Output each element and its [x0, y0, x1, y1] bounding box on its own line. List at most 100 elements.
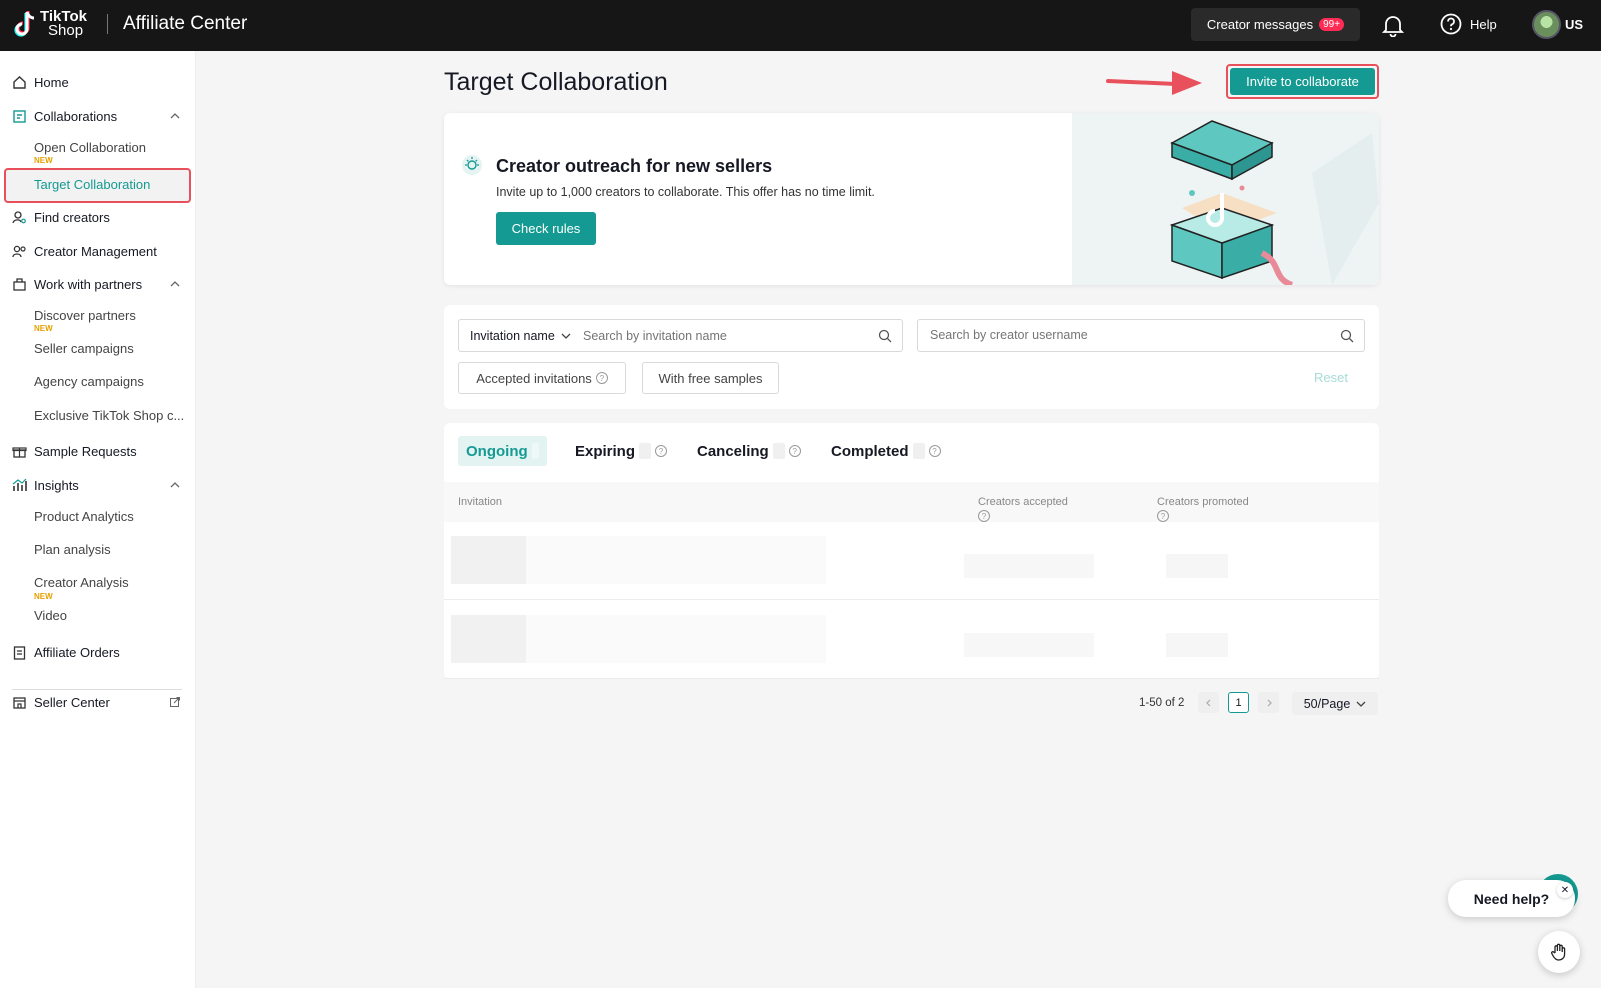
- lightbulb-icon: [462, 155, 482, 175]
- sidebar-item-label: Find creators: [34, 209, 110, 225]
- bell-icon[interactable]: [1382, 13, 1404, 37]
- chevron-up-icon: [170, 281, 180, 287]
- table-row[interactable]: [444, 522, 1379, 600]
- sidebar-item-seller-campaigns[interactable]: Seller campaigns: [34, 341, 134, 356]
- invite-to-collaborate-button[interactable]: Invite to collaborate: [1230, 68, 1375, 95]
- creator-messages-button[interactable]: Creator messages 99+: [1191, 8, 1360, 41]
- sidebar-item-affiliate-orders[interactable]: Affiliate Orders: [0, 637, 196, 667]
- sidebar-item-label: Insights: [34, 477, 79, 493]
- tab-canceling[interactable]: Canceling ?: [697, 436, 801, 466]
- annotation-arrow-icon: [1106, 71, 1202, 95]
- tab-completed[interactable]: Completed ?: [831, 436, 941, 466]
- question-icon[interactable]: ?: [978, 510, 990, 522]
- sidebar-item-label: Target Collaboration: [34, 177, 151, 192]
- row-promoted-placeholder: [1166, 633, 1228, 657]
- sidebar-item-exclusive[interactable]: Exclusive TikTok Shop c...: [34, 408, 184, 423]
- creator-search-input[interactable]: [930, 328, 1310, 342]
- row-thumbnail-placeholder: [451, 536, 526, 584]
- check-rules-button[interactable]: Check rules: [496, 212, 596, 245]
- sidebar-item-creator-management[interactable]: Creator Management: [0, 236, 196, 266]
- search-icon[interactable]: [878, 329, 892, 343]
- sidebar-item-product-analytics[interactable]: Product Analytics: [34, 509, 134, 524]
- help-hand-button[interactable]: [1538, 931, 1580, 973]
- chip-label: Accepted invitations: [476, 370, 592, 386]
- tab-count: [531, 443, 539, 459]
- per-page-value: 50/Page: [1303, 696, 1351, 711]
- sidebar-item-home[interactable]: Home: [0, 67, 196, 97]
- clipboard-icon: [13, 645, 26, 660]
- sidebar-item-agency-campaigns[interactable]: Agency campaigns: [34, 374, 144, 389]
- sidebar-item-open-collaboration[interactable]: Open Collaboration: [34, 140, 146, 155]
- creator-search-group: [917, 319, 1365, 352]
- find-user-icon: [12, 210, 26, 223]
- tab-label: Expiring: [575, 442, 636, 460]
- tiktok-shop-logo[interactable]: TikTok Shop: [12, 8, 87, 40]
- accepted-invitations-filter[interactable]: Accepted invitations ?: [458, 362, 626, 394]
- banner-title: Creator outreach for new sellers: [496, 156, 773, 176]
- sidebar-item-collaborations[interactable]: Collaborations: [0, 101, 196, 131]
- need-help-tooltip[interactable]: Need help?: [1448, 880, 1575, 917]
- help-button[interactable]: Help: [1440, 13, 1497, 35]
- column-creators-promoted: Creators promoted ?: [1157, 496, 1249, 522]
- header-divider: [107, 14, 108, 34]
- chevron-left-icon: [1205, 699, 1210, 706]
- sidebar-item-creator-analysis[interactable]: Creator Analysis: [34, 575, 129, 590]
- search-icon[interactable]: [1340, 329, 1354, 343]
- prev-page-button[interactable]: [1198, 692, 1219, 713]
- sidebar-item-sample-requests[interactable]: Sample Requests: [0, 436, 196, 466]
- question-circle-icon: [1440, 13, 1462, 35]
- store-icon: [13, 696, 26, 709]
- account-menu[interactable]: US: [1532, 10, 1583, 39]
- tab-count: [912, 443, 925, 459]
- banner-subtitle: Invite up to 1,000 creators to collabora…: [496, 185, 875, 199]
- filters-panel: Invitation name Accepted invitations ? W…: [444, 305, 1379, 409]
- row-text-placeholder: [526, 536, 826, 584]
- messages-badge: 99+: [1319, 18, 1345, 31]
- question-icon[interactable]: ?: [928, 445, 941, 457]
- avatar: [1532, 10, 1561, 39]
- tab-label: Canceling: [697, 442, 769, 460]
- tab-expiring[interactable]: Expiring ?: [575, 436, 668, 466]
- sidebar-item-label: Home: [34, 74, 69, 90]
- sidebar-item-label: Creator Management: [34, 243, 157, 259]
- sidebar-item-plan-analysis[interactable]: Plan analysis: [34, 542, 111, 557]
- question-icon[interactable]: ?: [788, 445, 801, 457]
- table-row[interactable]: [444, 601, 1379, 679]
- question-icon[interactable]: ?: [1157, 510, 1169, 522]
- sidebar-item-discover-partners[interactable]: Discover partners: [34, 308, 136, 323]
- per-page-select[interactable]: 50/Page: [1292, 692, 1378, 715]
- sidebar-item-target-collaboration[interactable]: Target Collaboration: [4, 168, 191, 203]
- chevron-right-icon: [1267, 699, 1272, 706]
- invitation-search-input[interactable]: [583, 328, 873, 343]
- pagination-range: 1-50 of 2: [1139, 697, 1185, 709]
- free-samples-filter[interactable]: With free samples: [642, 362, 779, 394]
- new-tag: NEW: [34, 324, 53, 333]
- table-header: Invitation Creators accepted ? Creators …: [444, 482, 1379, 522]
- question-icon[interactable]: ?: [595, 372, 608, 384]
- close-icon[interactable]: ✕: [1557, 882, 1573, 898]
- sidebar-item-work-with-partners[interactable]: Work with partners: [0, 269, 196, 299]
- external-link-icon: [170, 697, 180, 707]
- tab-ongoing[interactable]: Ongoing: [458, 436, 547, 466]
- sidebar-item-video[interactable]: Video: [34, 608, 67, 623]
- row-text-placeholder: [526, 615, 826, 663]
- hand-icon: [1550, 943, 1566, 961]
- page-title: Target Collaboration: [444, 68, 668, 96]
- search-field-select[interactable]: Invitation name: [459, 329, 579, 343]
- page-number-button[interactable]: 1: [1228, 692, 1249, 713]
- column-creators-accepted: Creators accepted ?: [978, 496, 1068, 522]
- invitation-search-group: Invitation name: [458, 319, 903, 352]
- next-page-button[interactable]: [1258, 692, 1279, 713]
- sidebar-item-insights[interactable]: Insights: [0, 470, 196, 500]
- sidebar-item-find-creators[interactable]: Find creators: [0, 202, 196, 232]
- sidebar-item-label: Sample Requests: [34, 443, 137, 459]
- chevron-down-icon: [561, 333, 571, 339]
- need-help-label: Need help?: [1473, 890, 1550, 907]
- sidebar-item-label: Affiliate Orders: [34, 644, 120, 660]
- question-icon[interactable]: ?: [655, 445, 668, 457]
- reset-button[interactable]: Reset: [1314, 370, 1348, 385]
- region-label: US: [1565, 17, 1584, 32]
- chevron-up-icon: [170, 482, 180, 488]
- top-bar: TikTok Shop Affiliate Center Creator mes…: [0, 0, 1601, 51]
- sidebar-item-seller-center[interactable]: Seller Center: [0, 687, 196, 717]
